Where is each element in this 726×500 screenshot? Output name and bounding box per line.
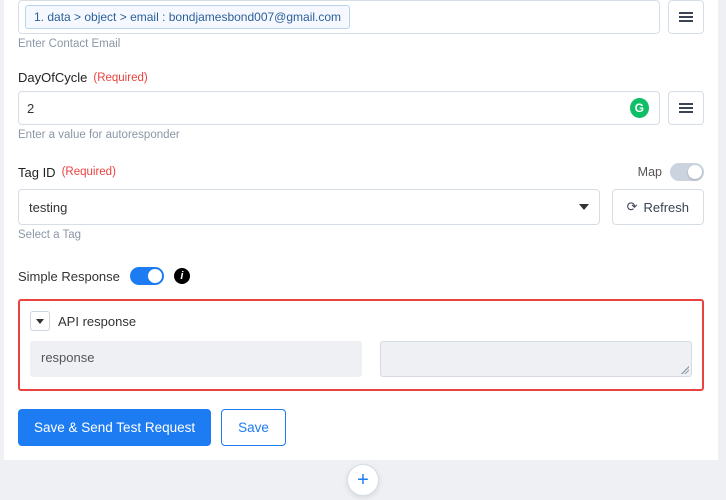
field-label: DayOfCycle (Required) xyxy=(18,70,704,85)
save-send-test-button[interactable]: Save & Send Test Request xyxy=(18,409,211,446)
label-text: Tag ID xyxy=(18,165,56,180)
helper-text: Enter Contact Email xyxy=(18,38,704,50)
day-of-cycle-text[interactable] xyxy=(27,101,630,116)
refresh-icon: ⟳ xyxy=(627,199,638,215)
info-icon[interactable]: i xyxy=(174,268,190,284)
menu-icon xyxy=(679,103,693,113)
tag-id-select[interactable]: testing xyxy=(18,189,600,225)
save-button[interactable]: Save xyxy=(221,409,286,446)
map-control: Map xyxy=(638,163,704,181)
add-step-button[interactable]: + xyxy=(347,464,379,496)
form-panel: 1. data > object > email : bondjamesbond… xyxy=(4,0,718,460)
required-marker: (Required) xyxy=(93,72,147,84)
api-response-key-input[interactable]: response xyxy=(30,341,362,377)
expand-button[interactable] xyxy=(30,311,50,331)
chevron-down-icon xyxy=(579,204,589,210)
data-pill[interactable]: 1. data > object > email : bondjamesbond… xyxy=(25,5,350,29)
simple-response-label: Simple Response xyxy=(18,269,120,284)
menu-button[interactable] xyxy=(668,0,704,34)
chevron-down-icon xyxy=(36,319,44,324)
day-of-cycle-field: DayOfCycle (Required) G Enter a value fo… xyxy=(18,70,704,141)
refresh-button[interactable]: ⟳ Refresh xyxy=(612,189,704,225)
tag-id-field: Tag ID (Required) Map testing ⟳ Refresh xyxy=(18,163,704,241)
contact-email-input[interactable]: 1. data > object > email : bondjamesbond… xyxy=(18,0,660,34)
api-response-section: API response response xyxy=(18,299,704,391)
simple-response-row: Simple Response i xyxy=(18,267,704,285)
refresh-label: Refresh xyxy=(643,200,689,215)
api-response-title: API response xyxy=(58,314,136,329)
helper-text: Select a Tag xyxy=(18,229,704,241)
required-marker: (Required) xyxy=(62,166,116,178)
contact-email-field: 1. data > object > email : bondjamesbond… xyxy=(18,0,704,50)
api-response-body-textarea[interactable] xyxy=(380,341,692,377)
select-value: testing xyxy=(29,200,67,215)
simple-response-toggle[interactable] xyxy=(130,267,164,285)
menu-icon xyxy=(679,12,693,22)
day-of-cycle-input[interactable]: G xyxy=(18,91,660,125)
grammarly-icon: G xyxy=(630,98,649,118)
field-label: Tag ID (Required) xyxy=(18,165,116,180)
map-toggle[interactable] xyxy=(670,163,704,181)
map-label: Map xyxy=(638,165,662,179)
menu-button[interactable] xyxy=(668,91,704,125)
helper-text: Enter a value for autoresponder xyxy=(18,129,704,141)
label-text: DayOfCycle xyxy=(18,70,87,85)
action-buttons: Save & Send Test Request Save xyxy=(18,409,704,446)
